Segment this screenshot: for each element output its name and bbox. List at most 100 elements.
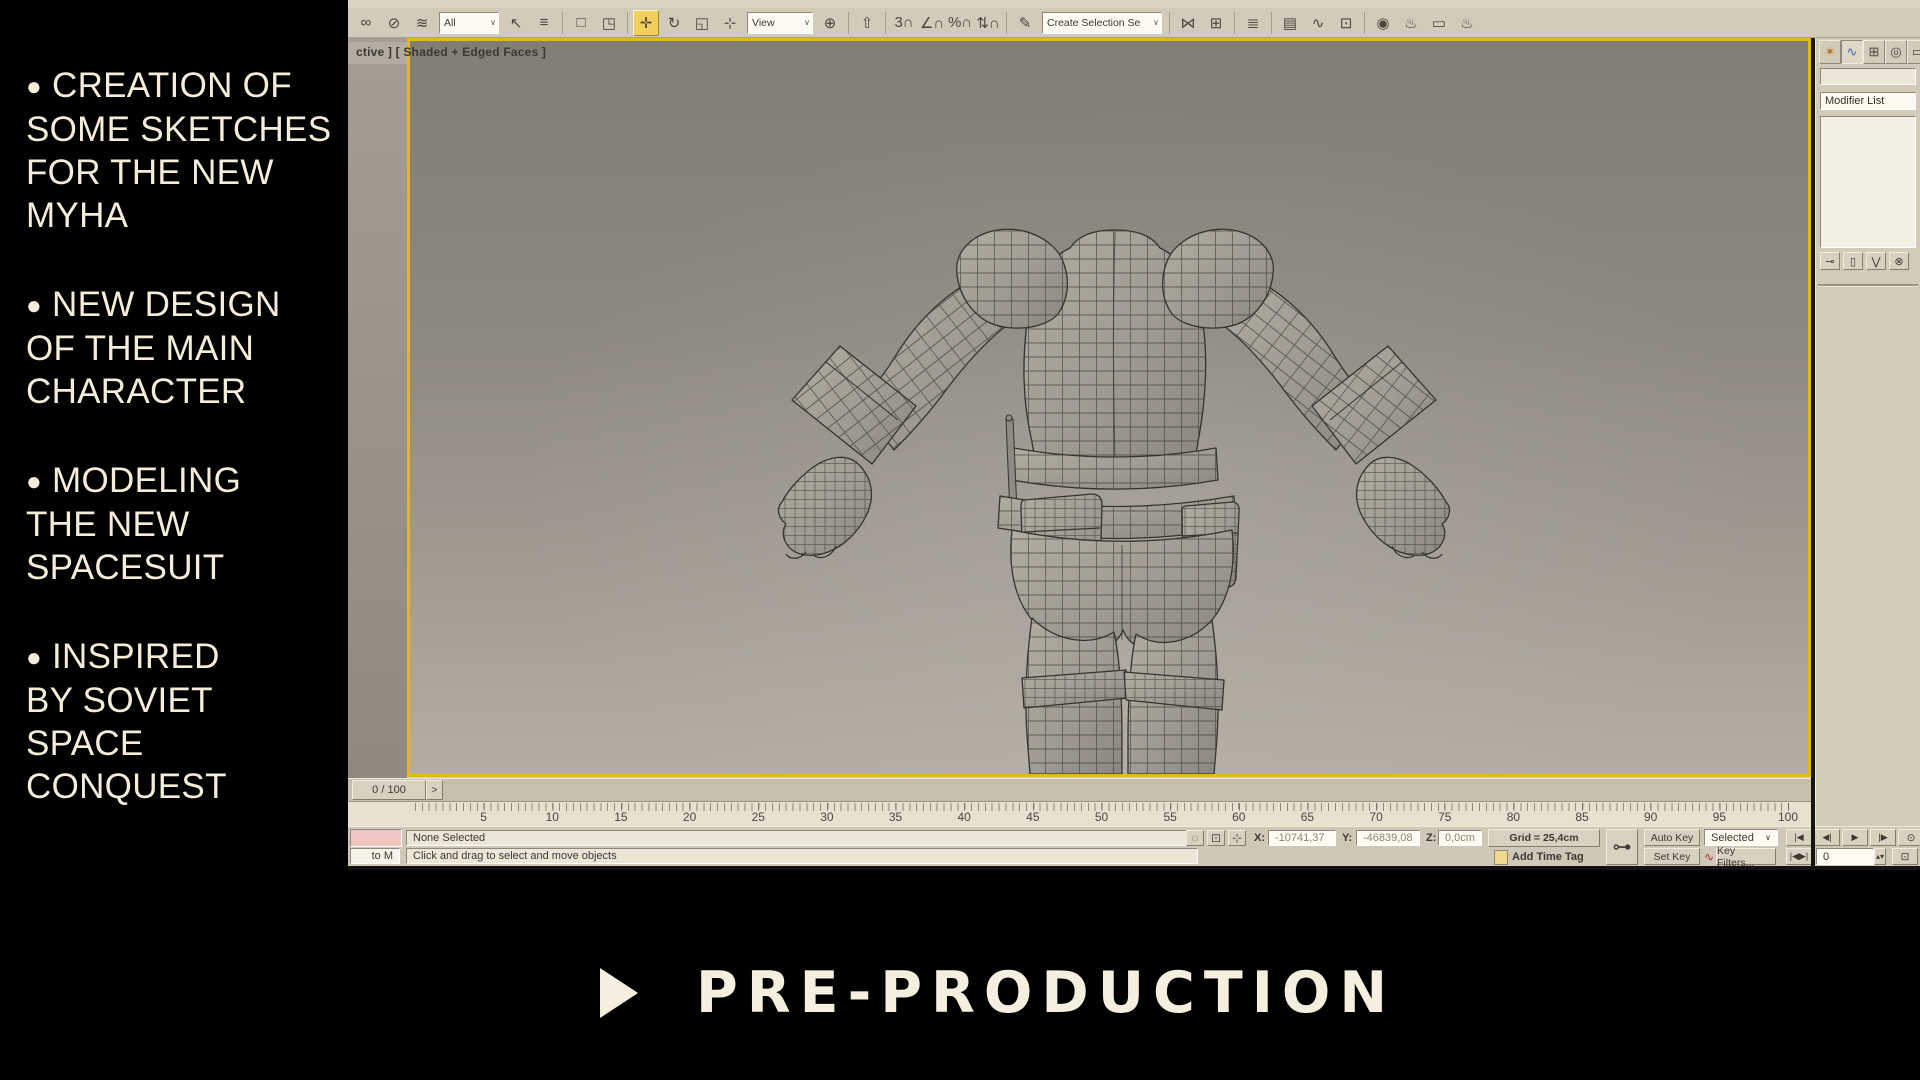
tab-hierarchy[interactable]: ⊞ — [1863, 40, 1885, 64]
bind-to-space-warp-icon[interactable]: ≋ — [409, 10, 435, 36]
align-icon[interactable]: ⊞ — [1203, 10, 1229, 36]
make-unique-button[interactable]: ⋁ — [1866, 252, 1886, 270]
named-selection-dropdown[interactable]: Create Selection Se∨ — [1042, 12, 1162, 34]
edit-named-selections-icon[interactable]: ✎ — [1012, 10, 1038, 36]
tab-modify[interactable]: ∿ — [1841, 40, 1863, 64]
previous-frame-button[interactable]: ◀| — [1814, 829, 1840, 846]
curve-editor-icon[interactable]: ∿ — [1305, 10, 1331, 36]
maxscript-listener-pink[interactable] — [350, 829, 402, 847]
ruler-tick-label: 65 — [1301, 810, 1314, 824]
layer-manager-icon[interactable]: ≣ — [1240, 10, 1266, 36]
remove-modifier-button[interactable]: ⊗ — [1889, 252, 1909, 270]
spinner-snap-icon[interactable]: ⇅∩ — [975, 10, 1001, 36]
keyboard-override-icon[interactable]: ⇧ — [854, 10, 880, 36]
toolbar-separator — [848, 12, 849, 34]
percent-snap-icon[interactable]: %∩ — [947, 10, 973, 36]
key-filters-button[interactable]: Key Filters... — [1716, 848, 1776, 865]
pin-stack-button[interactable]: ⊸ — [1820, 252, 1840, 270]
play-button[interactable]: ▶ — [1842, 829, 1868, 846]
select-and-rotate-icon[interactable]: ↻ — [661, 10, 687, 36]
tab-create[interactable]: ✶ — [1819, 40, 1841, 64]
schematic-view-icon[interactable]: ⊡ — [1333, 10, 1359, 36]
zoom-extents-icon[interactable]: ⊙ — [1898, 829, 1920, 846]
select-and-link-icon[interactable]: ∞ — [353, 10, 379, 36]
show-end-result-button[interactable]: ▯ — [1843, 252, 1863, 270]
frame-spinner[interactable]: ▴▾ — [1874, 848, 1886, 865]
render-production-icon[interactable]: ♨ — [1454, 10, 1480, 36]
modifier-stack-list[interactable] — [1820, 116, 1916, 248]
bullet-item: ●CREATION OF SOME SKETCHES FOR THE NEW M… — [26, 64, 356, 237]
material-editor-icon[interactable]: ◉ — [1370, 10, 1396, 36]
set-keys-key-button[interactable]: ⊶ — [1606, 829, 1638, 865]
angle-snap-icon[interactable]: ∠∩ — [919, 10, 945, 36]
ruler-tick-label: 95 — [1713, 810, 1726, 824]
bullet-icon: ● — [26, 71, 42, 101]
viewport-label[interactable]: ctive ] [ Shaded + Edged Faces ] — [356, 45, 546, 59]
set-key-button[interactable]: Set Key — [1644, 848, 1700, 865]
inactive-viewport-sliver[interactable] — [348, 38, 407, 778]
tab-motion[interactable]: ◎ — [1885, 40, 1907, 64]
ruler-tick-label: 80 — [1507, 810, 1520, 824]
current-frame-field[interactable]: 0 — [1816, 848, 1874, 865]
modifier-list-dropdown[interactable]: Modifier List — [1820, 92, 1916, 110]
mirror-icon[interactable]: ⋈ — [1175, 10, 1201, 36]
key-mode-dropdown[interactable]: Selected∨ — [1704, 829, 1778, 846]
ruler-tick-label: 75 — [1438, 810, 1451, 824]
maxscript-listener-white[interactable]: to M — [350, 848, 400, 864]
ruler-tick-label: 35 — [889, 810, 902, 824]
ruler-tick-label: 5 — [480, 810, 487, 824]
z-coord-field[interactable]: 0,0cm — [1438, 830, 1482, 846]
modifier-stack-buttons: ⊸▯⋁⊗ — [1820, 252, 1909, 270]
tab-display[interactable]: ▭ — [1907, 40, 1920, 64]
y-coord-field[interactable]: -46839,08 — [1356, 830, 1420, 846]
use-pivot-point-icon[interactable]: ⊕ — [817, 10, 843, 36]
unlink-selection-icon[interactable]: ⊘ — [381, 10, 407, 36]
auto-key-button[interactable]: Auto Key — [1644, 829, 1700, 846]
time-tag-icon — [1494, 850, 1508, 865]
window-crossing-icon[interactable]: ◳ — [596, 10, 622, 36]
bullet-icon: ● — [26, 642, 42, 672]
time-slider-button[interactable]: 0 / 100 — [352, 780, 426, 800]
track-bar-ruler[interactable]: 5101520253035404550556065707580859095100 — [348, 801, 1811, 827]
adaptive-degradation-icon[interactable]: ◌ — [1186, 830, 1204, 846]
panel-divider — [1818, 284, 1918, 287]
perspective-viewport[interactable] — [410, 41, 1808, 774]
select-object-icon[interactable]: ↖ — [503, 10, 529, 36]
select-and-move-icon[interactable]: ✛ — [633, 10, 659, 36]
chevron-down-icon: ∨ — [800, 18, 810, 27]
go-to-start-button[interactable]: |◀ — [1786, 829, 1812, 846]
ruler-tick-label: 60 — [1232, 810, 1245, 824]
scene-explorer-icon[interactable]: ▤ — [1277, 10, 1303, 36]
object-name-field[interactable] — [1820, 68, 1916, 85]
toolbar-separator — [1271, 12, 1272, 34]
go-to-frame-button[interactable]: |◀▶| — [1786, 848, 1812, 865]
rectangular-selection-region-icon[interactable]: □ — [568, 10, 594, 36]
time-slider-track[interactable] — [348, 778, 1811, 802]
x-coord-field[interactable]: -10741,37 — [1268, 830, 1336, 846]
y-coord-label: Y: — [1342, 832, 1352, 844]
snap-toggle-3d-icon[interactable]: 3∩ — [891, 10, 917, 36]
bullet-text: CREATION OF SOME SKETCHES FOR THE NEW MY… — [26, 66, 331, 235]
rendered-frame-icon[interactable]: ▭ — [1426, 10, 1452, 36]
character-left-glove — [779, 457, 872, 558]
selection-filter-dropdown[interactable]: All∨ — [439, 12, 499, 34]
next-frame-button[interactable]: |▶ — [1870, 829, 1896, 846]
z-coord-label: Z: — [1426, 832, 1436, 844]
bullet-icon: ● — [26, 290, 42, 320]
default-in-out-tangent-icon[interactable]: ∿ — [1704, 850, 1714, 864]
character-right-glove — [1357, 457, 1450, 558]
key-mode-toggle-icon[interactable]: ⊡ — [1892, 848, 1918, 865]
add-time-tag-label[interactable]: Add Time Tag — [1512, 851, 1584, 863]
ruler-tick-label: 85 — [1575, 810, 1588, 824]
absolute-offset-mode-icon[interactable]: ⊹ — [1228, 830, 1246, 846]
ruler-tick-label: 30 — [820, 810, 833, 824]
reference-coordinate-dropdown[interactable]: View∨ — [747, 12, 813, 34]
select-by-name-icon[interactable]: ≡ — [531, 10, 557, 36]
ruler-tick-label: 25 — [752, 810, 765, 824]
render-setup-icon[interactable]: ♨ — [1398, 10, 1424, 36]
select-and-manipulate-icon[interactable]: ⊹ — [717, 10, 743, 36]
select-and-scale-icon[interactable]: ◱ — [689, 10, 715, 36]
selection-lock-icon[interactable]: ⊡ — [1207, 830, 1225, 846]
ruler-tick-label: 55 — [1163, 810, 1176, 824]
next-frame-arrow-button[interactable]: > — [426, 780, 443, 800]
